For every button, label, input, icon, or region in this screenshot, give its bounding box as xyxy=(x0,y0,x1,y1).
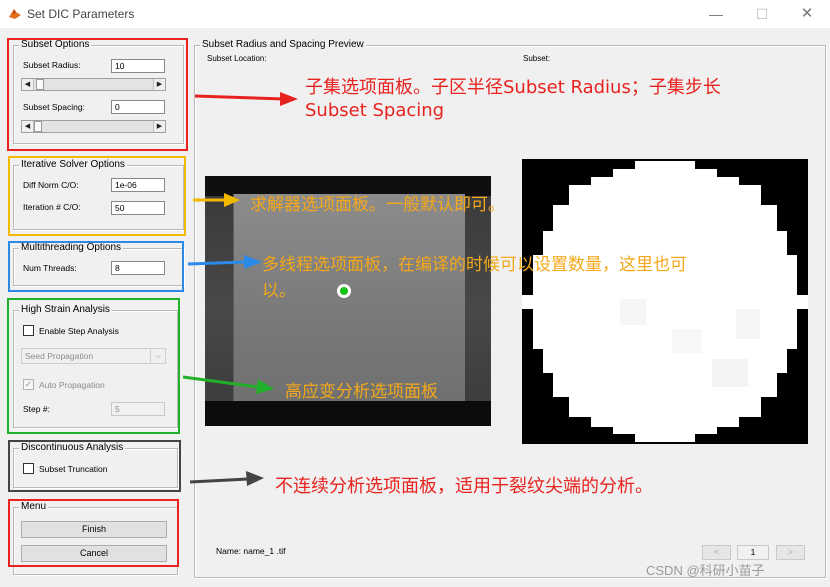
subset-region-overlay xyxy=(233,194,465,408)
watermark: CSDN @科研小苗子 xyxy=(646,563,765,578)
annotation-solver: 求解器选项面板。一般默认即可。 xyxy=(250,195,505,215)
image-background-bottom xyxy=(205,401,491,426)
minimize-button[interactable]: — xyxy=(693,2,739,26)
window-title: Set DIC Parameters xyxy=(27,7,135,21)
solver-options-highlight xyxy=(8,156,186,236)
subset-disc xyxy=(522,161,808,442)
maximize-button[interactable]: ☐ xyxy=(739,2,785,26)
annotation-multithreading-line2: 以。 xyxy=(262,281,296,301)
next-image-button[interactable]: > xyxy=(776,545,805,560)
preview-title: Subset Radius and Spacing Preview xyxy=(200,39,366,51)
annotation-multithreading-line1: 多线程选项面板，在编译的时候可以设置数量，这里也可 xyxy=(262,255,687,275)
subset-image xyxy=(522,159,808,444)
annotation-subset-line2: Subset Spacing xyxy=(305,100,445,121)
multithreading-highlight xyxy=(8,241,184,292)
image-name-label: Name: name_1 .tif xyxy=(216,546,286,556)
annotation-subset-line1: 子集选项面板。子区半径Subset Radius；子集步长 xyxy=(305,77,721,98)
subset-location-label: Subset Location: xyxy=(207,54,267,63)
subset-label: Subset: xyxy=(523,54,551,63)
subset-options-highlight xyxy=(7,38,188,151)
page-number-input[interactable]: 1 xyxy=(737,545,769,560)
matlab-icon xyxy=(9,9,21,19)
discontinuous-highlight xyxy=(8,440,181,492)
subset-location-marker[interactable] xyxy=(337,284,351,298)
menu-highlight xyxy=(8,499,179,567)
annotation-discontinuous: 不连续分析选项面板，适用于裂纹尖端的分析。 xyxy=(275,476,653,497)
title-bar: Set DIC Parameters — ☐ ✕ xyxy=(0,0,830,28)
annotation-high-strain: 高应变分析选项面板 xyxy=(285,382,438,402)
close-button[interactable]: ✕ xyxy=(784,2,830,26)
high-strain-highlight xyxy=(7,298,180,434)
prev-image-button[interactable]: < xyxy=(702,545,731,560)
